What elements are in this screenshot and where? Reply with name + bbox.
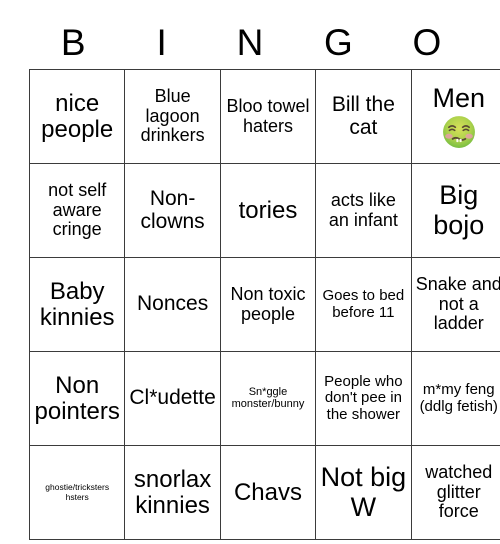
bingo-cell-label: Not big W: [320, 462, 407, 522]
bingo-cell[interactable]: not self aware cringe: [28, 163, 126, 258]
bingo-cell[interactable]: Not big W: [315, 445, 412, 540]
bingo-card: B I N G O nice people Blue lagoon drinker…: [28, 16, 500, 540]
bingo-cell-label: acts like an infant: [328, 190, 398, 230]
bingo-cell-label: Nonces: [136, 292, 209, 316]
bingo-cell-label: Men: [432, 82, 486, 113]
bingo-cell[interactable]: Non-clowns: [124, 163, 221, 258]
nauseated-face-icon: [415, 115, 500, 149]
bingo-cell-label: Non-clowns: [140, 186, 205, 233]
bingo-cell-label: Baby kinnies: [39, 277, 115, 331]
bingo-cell[interactable]: ghostie/tricksters hsters: [28, 445, 126, 540]
bingo-cell-label: Cl*udette: [129, 386, 216, 410]
bingo-cell-label: not self aware cringe: [48, 180, 107, 240]
bingo-header-row: B I N G O: [29, 16, 471, 69]
bingo-cell-label: Bloo towel haters: [226, 96, 310, 136]
bingo-cell[interactable]: Blue lagoon drinkers: [124, 69, 221, 164]
bingo-cell[interactable]: watched glitter force: [410, 445, 500, 540]
bingo-cell-label: People who don't pee in the shower: [324, 373, 403, 423]
bingo-row: not self aware cringe Non-clowns tories act…: [28, 163, 500, 258]
bingo-row: ghostie/tricksters hsters snorlax kinnies…: [28, 445, 500, 540]
bingo-cell[interactable]: Sn*ggle monster/bunny: [219, 351, 317, 446]
bingo-row: Non pointers Cl*udette Sn*ggle monster/bun…: [28, 351, 500, 446]
bingo-cell-label: Goes to bed before 11: [322, 287, 405, 321]
bingo-cell-label: ghostie/tricksters hsters: [45, 482, 110, 502]
bingo-cell[interactable]: People who don't pee in the shower: [315, 351, 412, 446]
bingo-cell[interactable]: Bloo towel haters: [219, 69, 317, 164]
bingo-cell[interactable]: Non pointers: [28, 351, 126, 446]
bingo-cell-label: nice people: [41, 89, 114, 143]
bingo-cell-label: snorlax kinnies: [133, 465, 212, 519]
bingo-cell[interactable]: Big bojo: [410, 163, 500, 258]
bingo-cell[interactable]: Baby kinnies: [28, 257, 126, 352]
bingo-cell-label: Bill the cat: [331, 92, 395, 139]
bingo-cell[interactable]: acts like an infant: [315, 163, 412, 258]
bingo-cell-label: Snake and not a ladder: [415, 274, 500, 334]
bingo-header-letter-n: N: [236, 22, 264, 63]
bingo-cell-label: Big bojo: [433, 180, 485, 240]
bingo-cell[interactable]: Nonces: [124, 257, 221, 352]
bingo-cell-label: Non pointers: [34, 371, 120, 425]
bingo-header-letter-b: B: [60, 22, 86, 63]
bingo-cell[interactable]: Cl*udette: [124, 351, 221, 446]
bingo-cell[interactable]: m*my feng (ddlg fetish): [410, 351, 500, 446]
bingo-cell-label: Chavs: [233, 478, 302, 506]
bingo-cell[interactable]: Chavs: [219, 445, 317, 540]
bingo-cell[interactable]: Bill the cat: [315, 69, 412, 164]
bingo-cell[interactable]: snorlax kinnies: [124, 445, 221, 540]
bingo-cell-label: watched glitter force: [425, 462, 493, 522]
bingo-header-letter-o: O: [412, 22, 442, 63]
bingo-cell[interactable]: Men: [410, 69, 500, 164]
bingo-cell[interactable]: Goes to bed before 11: [315, 257, 412, 352]
bingo-cell-label: Non toxic people: [230, 284, 306, 324]
bingo-header-letter-i: I: [156, 22, 167, 63]
bingo-grid: nice people Blue lagoon drinkers Bloo towe…: [28, 69, 500, 540]
bingo-header-letter-g: G: [324, 22, 353, 63]
bingo-cell-label: Sn*ggle monster/bunny: [231, 385, 305, 410]
bingo-cell[interactable]: tories: [219, 163, 317, 258]
bingo-cell[interactable]: Non toxic people: [219, 257, 317, 352]
bingo-row: Baby kinnies Nonces Non toxic people Goes t…: [28, 257, 500, 352]
bingo-cell[interactable]: Snake and not a ladder: [410, 257, 500, 352]
bingo-cell-label: tories: [238, 196, 298, 224]
bingo-cell-label: Blue lagoon drinkers: [140, 86, 205, 146]
bingo-cell[interactable]: nice people: [28, 69, 126, 164]
bingo-cell-label: m*my feng (ddlg fetish): [419, 381, 498, 415]
bingo-row: nice people Blue lagoon drinkers Bloo towe…: [28, 69, 500, 164]
